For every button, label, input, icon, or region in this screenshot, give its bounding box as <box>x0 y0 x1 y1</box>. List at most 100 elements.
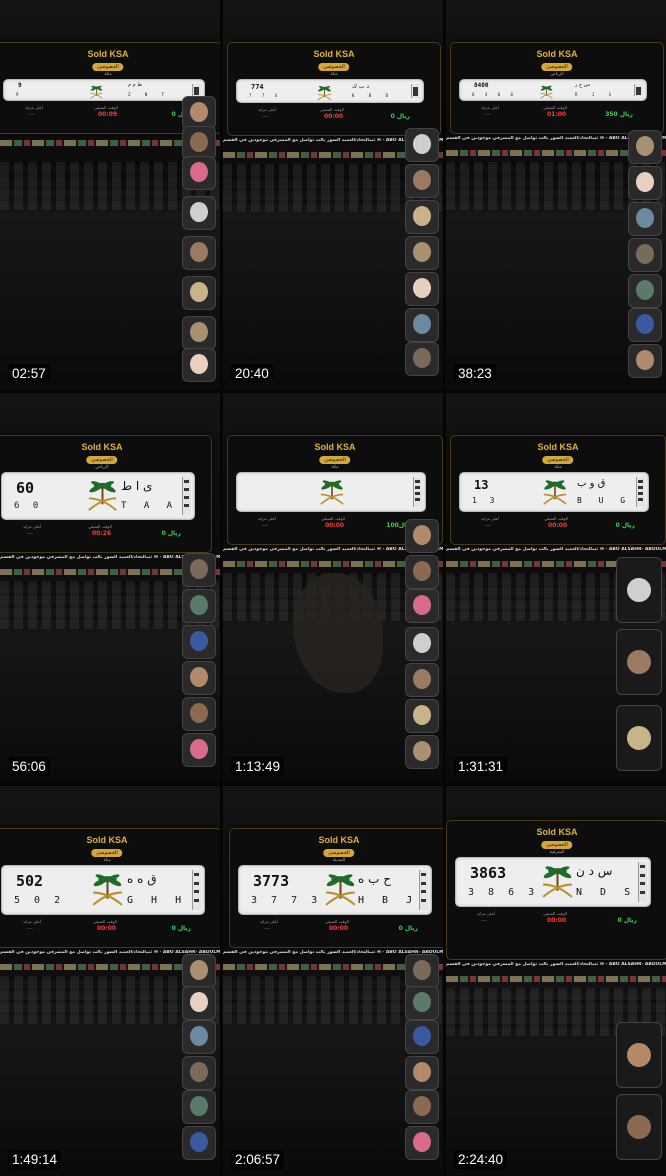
auction-info-row: 0 ريال الوقت المتبقي 00:00 أعلى مزايد ---- <box>447 911 666 931</box>
viewer-avatar[interactable] <box>182 1020 216 1054</box>
video-thumbnail-grid: Sold KSAالخصوصيمكة99 ط م مZ N T0 ريالالو… <box>0 0 666 1176</box>
viewer-avatar[interactable] <box>628 274 662 308</box>
avatar-face-icon <box>413 561 431 581</box>
viewer-avatar[interactable] <box>405 954 439 988</box>
viewer-avatar[interactable] <box>405 589 439 623</box>
timer-label: الوقت المتبقي <box>93 919 117 924</box>
video-thumbnail[interactable]: Sold KSA الخصوصي الرياض 8400 8 4 0 0 س ح ر R … <box>446 0 666 390</box>
palm-swords-emblem-icon <box>320 480 344 505</box>
plate-arabic-letters: ى ا ط <box>121 479 153 493</box>
site-title: Sold KSA <box>313 49 355 59</box>
viewer-avatar[interactable] <box>182 986 216 1020</box>
viewer-avatar[interactable] <box>616 629 662 695</box>
license-plate: 8400 8 4 0 0 س ح ر R J S <box>459 79 647 101</box>
viewer-avatar[interactable] <box>405 128 439 162</box>
plate-latin-letters: N D S <box>576 887 637 898</box>
viewer-avatar[interactable] <box>182 625 216 659</box>
video-timestamp: 20:40 <box>231 364 273 383</box>
viewer-avatar[interactable] <box>182 236 216 270</box>
video-thumbnail[interactable]: Sold KSA الخصوصي مكة 774 7 7 4 د ب ك K B D 0 ر… <box>223 0 443 390</box>
viewer-avatar[interactable] <box>182 1056 216 1090</box>
avatar-face-icon <box>627 726 651 750</box>
video-thumbnail[interactable]: Sold KSA الخصوصي الشرقية 3863 3 8 6 3 س د ن N… <box>446 786 666 1176</box>
viewer-avatar[interactable] <box>405 627 439 661</box>
viewer-avatar[interactable] <box>182 316 216 350</box>
viewer-avatar[interactable] <box>616 705 662 771</box>
viewer-avatar[interactable] <box>405 663 439 697</box>
video-thumbnail[interactable]: Sold KSAالخصوصيمكة99 ط م مZ N T0 ريالالو… <box>0 0 220 390</box>
viewer-avatar[interactable] <box>182 589 216 623</box>
viewer-avatar[interactable] <box>182 553 216 587</box>
video-thumbnail[interactable]: Sold KSA الخصوصي الرياض 60 6 0 ى ا ط T A A 0 ر… <box>0 393 220 783</box>
viewer-avatar[interactable] <box>182 1090 216 1124</box>
viewer-avatar[interactable] <box>405 1056 439 1090</box>
plate-type-badge: الخصوصي <box>86 456 118 464</box>
viewer-avatar[interactable] <box>405 342 439 376</box>
top-bidder-value: ---- <box>485 523 491 528</box>
viewer-avatar[interactable] <box>182 156 216 190</box>
viewer-avatar[interactable] <box>628 344 662 378</box>
viewer-avatar[interactable] <box>405 1090 439 1124</box>
viewer-avatar[interactable] <box>182 196 216 230</box>
viewer-avatar[interactable] <box>616 1022 662 1088</box>
avatar-face-icon <box>636 136 654 156</box>
viewer-avatar[interactable] <box>628 202 662 236</box>
video-timestamp: 38:23 <box>454 364 496 383</box>
viewer-avatar[interactable] <box>628 308 662 342</box>
plate-number: 3863 <box>470 864 507 882</box>
viewer-avatar[interactable] <box>182 954 216 988</box>
viewer-avatar[interactable] <box>405 735 439 769</box>
avatar-face-icon <box>413 960 431 980</box>
plate-ksa-strip <box>192 870 201 910</box>
countdown-timer: 00:26 <box>92 530 112 537</box>
viewer-avatar[interactable] <box>405 555 439 589</box>
viewer-avatar[interactable] <box>405 1126 439 1160</box>
plate-number-small: 8 4 0 0 <box>472 92 517 97</box>
auction-info-row: 0 ريال الوقت المتبقي 00:00 أعلى مزايد ---- <box>228 107 440 127</box>
viewer-avatar[interactable] <box>182 348 216 382</box>
viewer-avatar[interactable] <box>628 130 662 164</box>
video-thumbnail[interactable]: Sold KSAالخصوصيمكة 100ريالالوقت المتبقي0… <box>223 393 443 783</box>
viewer-avatar[interactable] <box>405 164 439 198</box>
plate-number-small: 9 <box>16 92 23 97</box>
viewer-avatar[interactable] <box>405 519 439 553</box>
viewer-avatar[interactable] <box>182 697 216 731</box>
avatar-face-icon <box>413 1132 431 1152</box>
top-bidder-value: ---- <box>264 926 270 931</box>
top-bidder-value: ---- <box>481 918 487 923</box>
video-thumbnail[interactable]: Sold KSA الخصوصي مكة 502 5 0 2 ق ه ه G H H 0 ر… <box>0 786 220 1176</box>
avatar-face-icon <box>413 992 431 1012</box>
viewer-avatar[interactable] <box>405 986 439 1020</box>
plate-latin-letters: T A A <box>121 501 179 511</box>
plate-number: 60 <box>16 479 35 497</box>
viewer-avatar[interactable] <box>182 1126 216 1160</box>
viewer-avatar[interactable] <box>405 272 439 306</box>
viewer-avatar[interactable] <box>182 126 216 160</box>
avatar-face-icon <box>627 1115 651 1139</box>
viewer-avatar[interactable] <box>405 308 439 342</box>
avatar-face-icon <box>413 278 431 298</box>
avatar-face-icon <box>413 1096 431 1116</box>
top-bidder-label: أعلى مزايد <box>258 516 277 521</box>
countdown-timer: 01:00 <box>547 111 567 118</box>
viewer-avatar[interactable] <box>182 661 216 695</box>
viewer-avatar[interactable] <box>616 1094 662 1160</box>
plate-number-small: 7 7 4 <box>249 93 282 98</box>
viewer-avatar[interactable] <box>628 238 662 272</box>
avatar-face-icon <box>413 206 431 226</box>
countdown-timer: 00:00 <box>329 925 349 932</box>
viewer-avatar[interactable] <box>405 200 439 234</box>
video-thumbnail[interactable]: Sold KSA الخصوصي المدينة 3773 3 7 7 3 ح ب ه H… <box>223 786 443 1176</box>
viewer-avatar[interactable] <box>182 96 216 130</box>
viewer-avatar[interactable] <box>405 699 439 733</box>
viewer-avatar[interactable] <box>182 733 216 767</box>
viewer-avatar[interactable] <box>182 276 216 310</box>
top-bidder-label: أعلى مزايد <box>481 105 500 110</box>
plate-arabic-letters: ق ه ه <box>127 872 157 886</box>
viewer-avatar[interactable] <box>405 236 439 270</box>
viewer-avatar[interactable] <box>405 1020 439 1054</box>
viewer-avatar[interactable] <box>628 166 662 200</box>
video-thumbnail[interactable]: Sold KSA الخصوصي مكة 13 1 3 ق و ب B U G 0 ريال… <box>446 393 666 783</box>
video-timestamp: 2:24:40 <box>454 1150 508 1169</box>
viewer-avatar[interactable] <box>616 557 662 623</box>
